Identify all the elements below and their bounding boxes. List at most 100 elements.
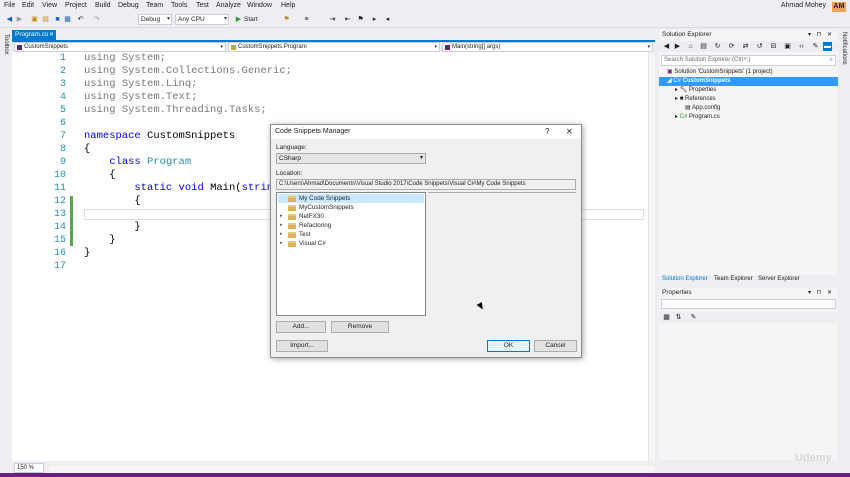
notifications-tab[interactable]: Notifications: [841, 32, 847, 65]
collapsed-arrow-icon: ▸: [675, 87, 679, 93]
close-icon[interactable]: ✕: [566, 125, 573, 139]
folder-icon: [288, 241, 296, 247]
solution-config-dropdown[interactable]: Debug ▾: [138, 14, 172, 25]
alphabetical-icon[interactable]: ⇅: [674, 313, 683, 322]
tree-item-program-cs[interactable]: ▸ C# Program.cs: [659, 113, 838, 122]
editor-vertical-scrollbar[interactable]: [648, 52, 655, 461]
menu-team[interactable]: Team: [146, 2, 163, 9]
tree-item-app-config[interactable]: ▤ App.config: [659, 104, 838, 113]
cancel-button[interactable]: Cancel: [534, 340, 577, 352]
save-icon[interactable]: ■: [53, 15, 62, 24]
menu-analyze[interactable]: Analyze: [216, 2, 241, 9]
tree-node-test[interactable]: ▸ Test: [278, 230, 424, 239]
collapsed-arrow-icon: ▸: [675, 114, 679, 120]
properties-wrench-icon[interactable]: ✎: [811, 42, 820, 51]
back-icon[interactable]: ◀: [662, 42, 671, 51]
next-bookmark-icon[interactable]: ▸: [370, 15, 379, 24]
home-icon[interactable]: ⌂: [686, 42, 695, 51]
wrench-icon[interactable]: ✎: [689, 313, 698, 322]
panel-pin-close-icon[interactable]: ▾ ⊓ ✕: [808, 288, 834, 298]
solution-search-input[interactable]: Search Solution Explorer (Ctrl+;) ⌕: [661, 55, 836, 66]
menu-view[interactable]: View: [42, 2, 57, 9]
forward-icon[interactable]: ▶: [15, 15, 24, 24]
location-field[interactable]: C:\Users\Ahmad\Documents\Visual Studio 2…: [276, 179, 576, 190]
tree-item-solution[interactable]: ▣ Solution 'CustomSnippets' (1 project): [659, 68, 838, 77]
type-nav-dropdown[interactable]: CustomSnippets.Program ▾: [228, 42, 440, 52]
dialog-title-bar: Code Snippets Manager ? ✕: [271, 125, 581, 139]
menu-build[interactable]: Build: [95, 2, 111, 9]
pending-changes-icon[interactable]: ↻: [713, 42, 722, 51]
line-number: 7: [59, 131, 66, 142]
collapsed-arrow-icon[interactable]: ▸: [280, 221, 283, 230]
tab-program-cs[interactable]: Program.cs ✕: [12, 30, 56, 40]
tree-node-mycustomsnippets[interactable]: MyCustomSnippets: [278, 203, 424, 212]
categorized-icon[interactable]: ▦: [662, 313, 671, 322]
tree-node-refactoring[interactable]: ▸ Refactoring: [278, 221, 424, 230]
open-file-icon[interactable]: ▤: [41, 15, 50, 24]
menu-debug[interactable]: Debug: [118, 2, 139, 9]
zoom-dropdown[interactable]: 150 %: [14, 463, 44, 473]
tree-item-properties[interactable]: ▸ 🔧︎ Properties: [659, 86, 838, 95]
toolbox-tab[interactable]: Toolbox: [3, 34, 9, 55]
code-view-icon[interactable]: ‹›: [797, 42, 806, 51]
forward-icon[interactable]: ▶: [673, 42, 682, 51]
switch-views-icon[interactable]: ▤: [699, 42, 708, 51]
platform-dropdown[interactable]: Any CPU ▾: [175, 14, 229, 25]
start-icon[interactable]: ▶: [234, 15, 243, 24]
save-all-icon[interactable]: ▦: [63, 15, 72, 24]
history-icon[interactable]: ⟳: [727, 42, 736, 51]
snippet-folder-tree[interactable]: My Code Snippets MyCustomSnippets ▸ NetFX…: [276, 192, 426, 316]
toolbar-tool-icon[interactable]: ⚑: [282, 15, 291, 24]
folder-icon: [288, 196, 296, 202]
avatar[interactable]: AM: [832, 2, 846, 12]
member-nav-dropdown[interactable]: Main(string[] args) ▾: [442, 42, 653, 52]
language-dropdown[interactable]: CSharp ▾: [276, 153, 426, 164]
ok-button[interactable]: OK: [487, 340, 530, 352]
sync-icon[interactable]: ⇄: [741, 42, 750, 51]
close-icon[interactable]: ✕: [49, 30, 54, 40]
import-button[interactable]: Import...: [276, 340, 328, 352]
show-all-files-icon[interactable]: ▣: [783, 42, 792, 51]
folder-icon: [288, 232, 296, 238]
collapse-all-icon[interactable]: ⊟: [769, 42, 778, 51]
refresh-icon[interactable]: ↺: [755, 42, 764, 51]
editor-horizontal-scrollbar[interactable]: [49, 465, 655, 473]
collapsed-arrow-icon[interactable]: ▸: [280, 212, 283, 221]
menu-file[interactable]: File: [4, 2, 15, 9]
bookmark-icon[interactable]: ⚑: [356, 15, 365, 24]
menu-edit[interactable]: Edit: [22, 2, 34, 9]
udemy-watermark: Udemy: [795, 452, 832, 464]
tab-solution-explorer[interactable]: Solution Explorer: [662, 275, 708, 284]
tree-node-netfx30[interactable]: ▸ NetFX30: [278, 212, 424, 221]
help-button[interactable]: ?: [545, 125, 549, 139]
redo-icon[interactable]: ↷: [92, 15, 101, 24]
menu-window[interactable]: Window: [247, 2, 272, 9]
remove-button[interactable]: Remove: [331, 321, 389, 333]
add-button[interactable]: Add...: [276, 321, 326, 333]
back-icon[interactable]: ◀: [5, 15, 14, 24]
outdent-icon[interactable]: ⇤: [343, 15, 352, 24]
panel-pin-close-icon[interactable]: ▾ ⊓ ✕: [808, 30, 834, 40]
start-button[interactable]: Start: [244, 16, 258, 23]
prev-bookmark-icon[interactable]: ◂: [383, 15, 392, 24]
user-name[interactable]: Ahmad Mohey: [781, 2, 826, 9]
new-project-icon[interactable]: ▣: [30, 15, 39, 24]
menu-project[interactable]: Project: [65, 2, 87, 9]
properties-object-dropdown[interactable]: [661, 299, 836, 309]
menu-help[interactable]: Help: [281, 2, 295, 9]
menu-tools[interactable]: Tools: [171, 2, 187, 9]
tree-node-visual-csharp[interactable]: ▸ Visual C#: [278, 239, 424, 248]
collapsed-arrow-icon[interactable]: ▸: [280, 239, 283, 248]
preview-icon[interactable]: ▬: [823, 42, 832, 51]
collapsed-arrow-icon[interactable]: ▸: [280, 230, 283, 239]
indent-icon[interactable]: ⇥: [328, 15, 337, 24]
tree-item-project[interactable]: ◢ C# CustomSnippets: [659, 77, 838, 86]
comment-icon[interactable]: ≡: [302, 15, 311, 24]
undo-icon[interactable]: ↶: [76, 15, 85, 24]
project-nav-dropdown[interactable]: CustomSnippets ▾: [14, 42, 226, 52]
menu-test[interactable]: Test: [196, 2, 209, 9]
tab-team-explorer[interactable]: Team Explorer: [714, 275, 753, 284]
tree-node-my-code-snippets[interactable]: My Code Snippets: [278, 194, 424, 203]
tree-item-references[interactable]: ▸ ■ References: [659, 95, 838, 104]
tab-server-explorer[interactable]: Server Explorer: [758, 275, 800, 284]
